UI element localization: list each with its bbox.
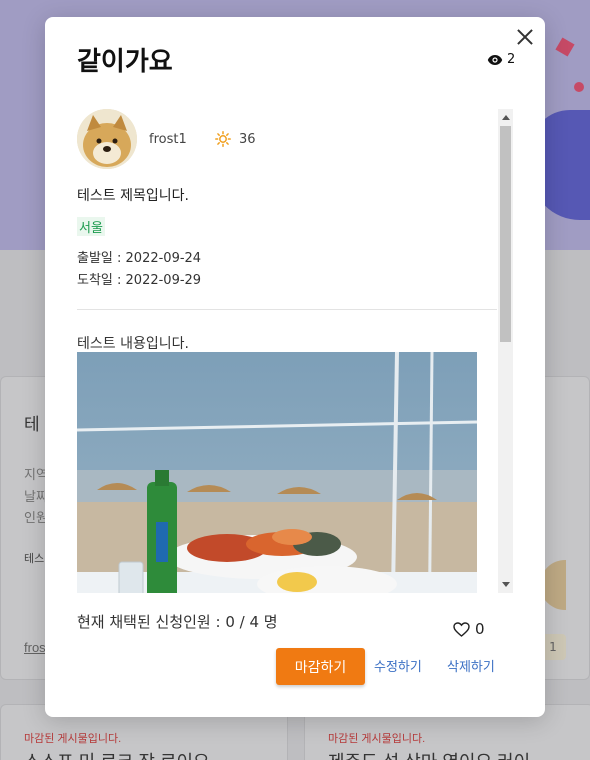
post-content: 테스트 내용입니다. bbox=[77, 336, 189, 352]
applicants-count: 현재 채택된 신청인원 : 0 / 4 명 bbox=[77, 613, 278, 631]
modal-title: 같이가요 bbox=[77, 47, 173, 77]
scrollbar-thumb[interactable] bbox=[500, 126, 511, 342]
depart-date: 출발일 : 2022-09-24 bbox=[77, 251, 202, 266]
post-title: 테스트 제목입니다. bbox=[77, 188, 189, 204]
divider bbox=[77, 309, 497, 310]
manner-temperature: 36 bbox=[215, 131, 256, 147]
scrollbar[interactable] bbox=[498, 109, 513, 593]
avatar-image bbox=[77, 109, 137, 169]
view-count-value: 2 bbox=[507, 52, 516, 67]
arrive-date: 도착일 : 2022-09-29 bbox=[77, 273, 202, 288]
close-icon[interactable] bbox=[515, 27, 535, 47]
heart-icon bbox=[453, 621, 470, 637]
scroll-down-arrow-icon[interactable] bbox=[502, 582, 510, 587]
post-photo bbox=[77, 352, 477, 593]
post-detail-modal: 같이가요 2 frost1 36 테스트 제목입니다. 서울 출발일: 202… bbox=[45, 17, 545, 717]
beach-photo bbox=[77, 352, 477, 593]
temperature-value: 36 bbox=[239, 131, 256, 147]
like-button[interactable]: 0 bbox=[453, 620, 485, 638]
like-count: 0 bbox=[475, 620, 485, 638]
author-name[interactable]: frost1 bbox=[149, 132, 187, 147]
sun-icon bbox=[215, 131, 231, 147]
delete-button[interactable]: 삭제하기 bbox=[447, 656, 495, 675]
post-scroll-area[interactable]: frost1 36 테스트 제목입니다. 서울 출발일 : 2022-09-24… bbox=[77, 109, 513, 593]
scroll-up-arrow-icon[interactable] bbox=[502, 115, 510, 120]
view-count: 2 bbox=[487, 52, 515, 67]
author-info: frost1 bbox=[77, 109, 187, 169]
edit-button[interactable]: 수정하기 bbox=[374, 656, 422, 675]
eye-icon bbox=[487, 54, 503, 65]
close-recruit-button[interactable]: 마감하기 bbox=[276, 648, 365, 685]
region-tag: 서울 bbox=[77, 217, 105, 236]
avatar[interactable] bbox=[77, 109, 137, 169]
